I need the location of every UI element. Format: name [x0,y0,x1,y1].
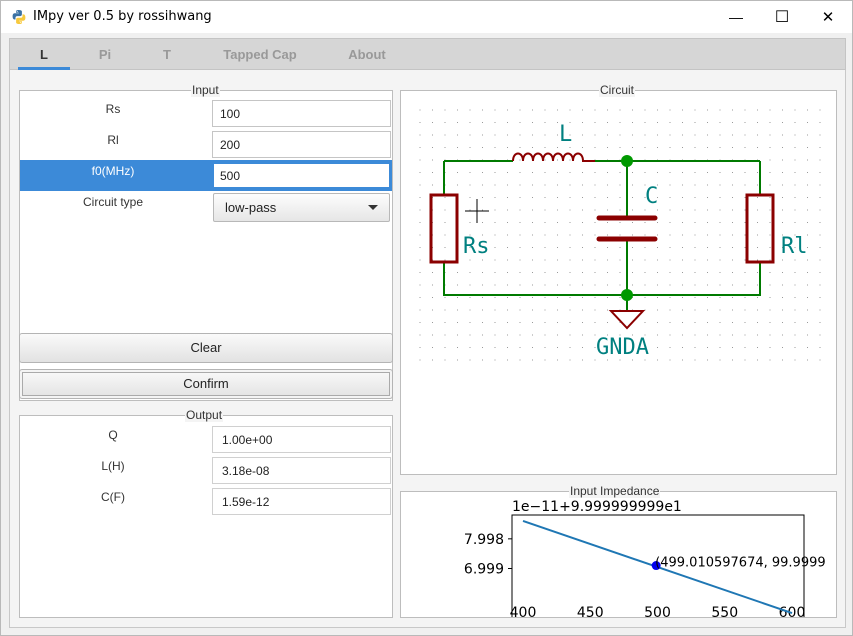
inductor-label: L [559,122,572,147]
l-label: L(H) [101,459,125,473]
python-icon [12,10,26,24]
clear-button[interactable]: Clear [19,333,393,363]
c-output: 1.59e-12 [212,488,391,515]
x-tick-label: 550 [711,605,738,617]
tab-pi[interactable]: Pi [88,39,122,70]
y-tick-label: 7.998 [464,532,504,548]
rs-input[interactable]: 100 [212,100,391,127]
circuit-schematic: L C Rs Rl GNDA [419,103,829,365]
confirm-button[interactable]: Confirm [19,369,393,399]
x-tick-label: 450 [577,605,604,617]
f0-input[interactable]: 500 [212,162,391,189]
source-resistor-label: Rs [463,234,490,259]
c-label: C(F) [101,490,125,504]
circuit-type-select[interactable]: low-pass [213,193,390,222]
tab-bar: L Pi T Tapped Cap About [9,38,846,70]
rl-input[interactable]: 200 [212,131,391,158]
offset-label: 1e−11+9.999999999e1 [512,499,682,515]
tab-t[interactable]: T [152,39,182,70]
load-resistor-label: Rl [781,234,808,259]
output-group-title: Output [185,408,224,422]
impedance-group: Input Impedance 1e−11+9.999999999e1 400 4… [400,484,837,618]
circuit-type-value: low-pass [225,200,277,215]
junction-bottom [621,289,633,301]
rl-label: Rl [107,133,119,147]
q-output: 1.00e+00 [212,426,391,453]
circuit-type-label: Circuit type [82,195,144,209]
x-tick-label: 600 [779,605,806,617]
q-label: Q [108,428,118,442]
minimize-button[interactable]: — [713,1,759,33]
maximize-icon: ☐ [774,9,790,26]
axes: 400 450 500 550 600 7.998 6.999 [464,532,805,617]
tab-l[interactable]: L [18,39,70,70]
app-window: IMpy ver 0.5 by rossihwang — ☐ ✕ L Pi T … [0,0,853,636]
x-tick-label: 400 [510,605,537,617]
tab-about[interactable]: About [340,39,394,70]
capacitor-label: C [645,184,658,209]
close-icon: ✕ [821,9,835,26]
minimize-icon: — [729,9,743,25]
marker-annotation: (499.010597674, 99.9999 [655,556,825,571]
f0-label: f0(MHz) [91,164,135,178]
y-tick-label: 6.999 [464,562,504,578]
impedance-chart: 1e−11+9.999999999e1 400 450 500 550 600 7.998… [464,499,826,617]
input-group-title: Input [191,83,220,97]
tab-content: Input Rs 100 Rl 200 f0(MHz) 500 Circuit … [9,70,846,628]
window-title: IMpy ver 0.5 by rossihwang [33,9,212,24]
x-tick-label: 500 [644,605,671,617]
l-output: 3.18e-08 [212,457,391,484]
maximize-button[interactable]: ☐ [759,1,805,33]
chevron-down-icon [368,205,378,210]
tab-tapped-cap[interactable]: Tapped Cap [215,39,305,70]
circuit-group: Circuit L C Rs Rl GNDA [400,83,837,475]
rs-label: Rs [105,102,121,116]
junction-top [621,155,633,167]
output-group: Output Q 1.00e+00 L(H) 3.18e-08 C(F) 1.5… [19,408,393,618]
title-bar: IMpy ver 0.5 by rossihwang — ☐ ✕ [1,1,852,33]
close-button[interactable]: ✕ [805,1,851,33]
ground-label: GNDA [596,335,649,360]
